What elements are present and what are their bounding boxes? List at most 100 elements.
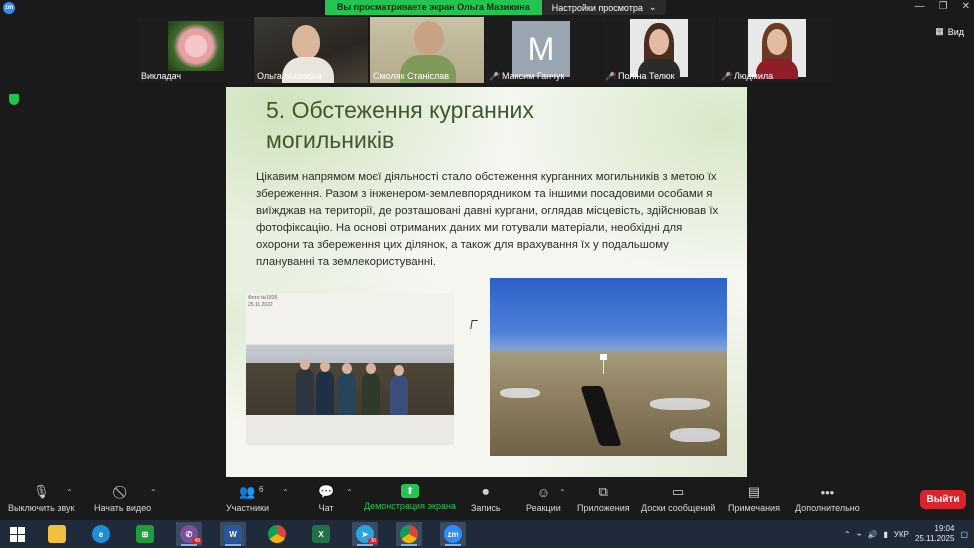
face-shape bbox=[414, 21, 444, 55]
reactions-button[interactable]: ☺ Реакции bbox=[526, 484, 561, 514]
participant-tile[interactable]: Ольга Мазикіна bbox=[254, 17, 368, 83]
record-button[interactable]: ⏺ Запись bbox=[471, 484, 501, 513]
avatar: M bbox=[512, 21, 570, 77]
view-settings-button[interactable]: Настройки просмотра ⌄ bbox=[541, 0, 667, 15]
slide-title: 5. Обстеження курганних могильників bbox=[266, 97, 534, 153]
chevron-up-icon[interactable]: ⌃ bbox=[66, 488, 73, 497]
participant-tile[interactable]: M 🎤̸ Максим Ганчук bbox=[486, 17, 600, 83]
person-figure bbox=[390, 365, 408, 415]
taskbar-file-explorer[interactable] bbox=[44, 522, 70, 546]
network-icon[interactable]: ⌁ bbox=[857, 530, 862, 539]
taskbar-excel[interactable]: X bbox=[308, 522, 334, 546]
zoom-logo-icon: zm bbox=[3, 2, 15, 14]
meeting-controls: 🎙 Выключить звук ⌃ ⃠ Начать видео ⌃ 👥 Уч… bbox=[0, 480, 974, 520]
notes-icon: ▤ bbox=[747, 484, 761, 499]
taskbar-viber[interactable]: ✆ 49 bbox=[176, 522, 202, 546]
grid-icon: ▦ bbox=[935, 26, 944, 36]
photo-caption: Фото №1836 25.11.2022 bbox=[248, 295, 278, 308]
microphone-icon: 🎙 bbox=[32, 484, 50, 499]
mic-muted-icon: 🎤̸ bbox=[721, 71, 731, 81]
chevron-up-icon[interactable]: ⌃ bbox=[559, 488, 566, 497]
marker-post-stick bbox=[603, 360, 604, 374]
battery-icon[interactable]: ▮ bbox=[884, 530, 888, 539]
chevron-up-icon[interactable]: ⌃ bbox=[150, 488, 157, 497]
start-button[interactable] bbox=[4, 522, 30, 546]
more-dots-icon: ••• bbox=[820, 484, 835, 500]
notification-icon[interactable]: ▢ bbox=[960, 530, 968, 539]
encryption-shield-icon[interactable] bbox=[9, 94, 19, 105]
snow-patch bbox=[650, 398, 710, 410]
edge-icon: e bbox=[92, 525, 110, 543]
photo-group-in-field: Фото №1836 25.11.2022 bbox=[246, 293, 454, 445]
participant-name: Ольга Мазикіна bbox=[257, 71, 322, 81]
notes-button[interactable]: ▤ Примечания bbox=[728, 484, 780, 513]
person-figure bbox=[316, 361, 334, 415]
whiteboards-button[interactable]: ▭ Доски сообщений bbox=[641, 484, 715, 513]
participant-tile-active-speaker[interactable]: Смоляк Станіслав bbox=[370, 17, 484, 83]
view-button[interactable]: ▦ Вид bbox=[935, 26, 964, 37]
apps-button[interactable]: ⧉ Приложения bbox=[577, 484, 630, 513]
person-figure bbox=[338, 363, 356, 415]
window-controls: — ❐ ✕ bbox=[915, 1, 970, 12]
leave-button[interactable]: Выйти bbox=[920, 490, 966, 509]
whiteboard-icon: ▭ bbox=[671, 484, 685, 499]
participant-name: Викладач bbox=[141, 71, 182, 81]
taskbar-chrome[interactable] bbox=[264, 522, 290, 546]
participants-count: 6 bbox=[259, 485, 264, 494]
clock[interactable]: 19:04 25.11.2025 bbox=[915, 524, 954, 544]
face-shape bbox=[649, 29, 669, 55]
share-banner: Вы просматриваете экран Ольга Мазикина Н… bbox=[325, 0, 667, 15]
chevron-down-icon: ⌄ bbox=[648, 2, 657, 12]
avatar bbox=[748, 19, 806, 79]
smiley-icon: ☺ bbox=[536, 484, 551, 500]
chevron-up-icon[interactable]: ⌃ bbox=[346, 488, 353, 497]
avatar bbox=[630, 19, 688, 79]
participant-tile[interactable]: 🎤̸ Людмила bbox=[718, 17, 832, 83]
face-shape bbox=[767, 29, 787, 55]
photo-paper-edge bbox=[246, 415, 454, 445]
snow-patch bbox=[670, 428, 720, 442]
clock-time: 19:04 bbox=[934, 524, 955, 533]
taskbar-edge[interactable]: e bbox=[88, 522, 114, 546]
chevron-up-icon[interactable]: ⌃ bbox=[844, 530, 851, 539]
face-shape bbox=[292, 25, 320, 59]
view-settings-label: Настройки просмотра bbox=[551, 2, 643, 13]
taskbar-word[interactable]: W bbox=[220, 522, 246, 546]
participant-tile[interactable]: Викладач bbox=[138, 17, 252, 83]
language-indicator[interactable]: УКР bbox=[894, 530, 909, 539]
person-figure bbox=[362, 363, 380, 415]
chevron-up-icon[interactable]: ⌃ bbox=[282, 488, 289, 497]
excel-icon: X bbox=[312, 525, 330, 543]
chrome-icon bbox=[400, 525, 418, 543]
windows-logo-icon bbox=[9, 526, 25, 542]
start-video-button[interactable]: ⃠ Начать видео bbox=[94, 484, 151, 513]
clock-date: 25.11.2025 bbox=[914, 534, 955, 543]
participant-tile[interactable]: 🎤̸ Поліна Телюк bbox=[602, 17, 716, 83]
record-icon: ⏺ bbox=[482, 484, 490, 499]
participant-strip: Викладач Ольга Мазикіна Смоляк Станіслав… bbox=[138, 17, 832, 83]
chrome-icon bbox=[268, 525, 286, 543]
shared-slide: 5. Обстеження курганних могильників Ціка… bbox=[226, 87, 747, 477]
apps-icon: ⧉ bbox=[598, 484, 608, 499]
taskbar-chrome-profile[interactable] bbox=[396, 522, 422, 546]
person-figure bbox=[296, 359, 314, 415]
taskbar-store[interactable]: ⊞ bbox=[132, 522, 158, 546]
chat-button[interactable]: 💬 Чат bbox=[318, 484, 334, 513]
speaker-icon[interactable]: 🔊 bbox=[868, 530, 878, 539]
folder-icon bbox=[48, 525, 66, 543]
taskbar-telegram[interactable]: ➤ 36 bbox=[352, 522, 378, 546]
photo-field-landscape bbox=[490, 278, 727, 456]
title-bar: zm Вы просматриваете экран Ольга Мазикин… bbox=[0, 0, 974, 16]
close-icon[interactable]: ✕ bbox=[962, 1, 970, 12]
minimize-icon[interactable]: — bbox=[915, 1, 925, 12]
mute-button[interactable]: 🎙 Выключить звук bbox=[8, 484, 75, 513]
zoom-window: zm Вы просматриваете экран Ольга Мазикин… bbox=[0, 0, 974, 548]
slide-body-text: Цікавим напрямом моєї діяльності стало о… bbox=[256, 171, 719, 268]
store-icon: ⊞ bbox=[136, 525, 154, 543]
share-screen-button[interactable]: ⬆ Демонстрация экрана bbox=[364, 484, 456, 511]
more-button[interactable]: ••• Дополнительно bbox=[795, 484, 860, 514]
restore-icon[interactable]: ❐ bbox=[939, 1, 948, 12]
view-button-label: Вид bbox=[947, 26, 964, 37]
taskbar-zoom[interactable]: zm bbox=[440, 522, 466, 546]
chat-icon: 💬 bbox=[318, 484, 335, 499]
